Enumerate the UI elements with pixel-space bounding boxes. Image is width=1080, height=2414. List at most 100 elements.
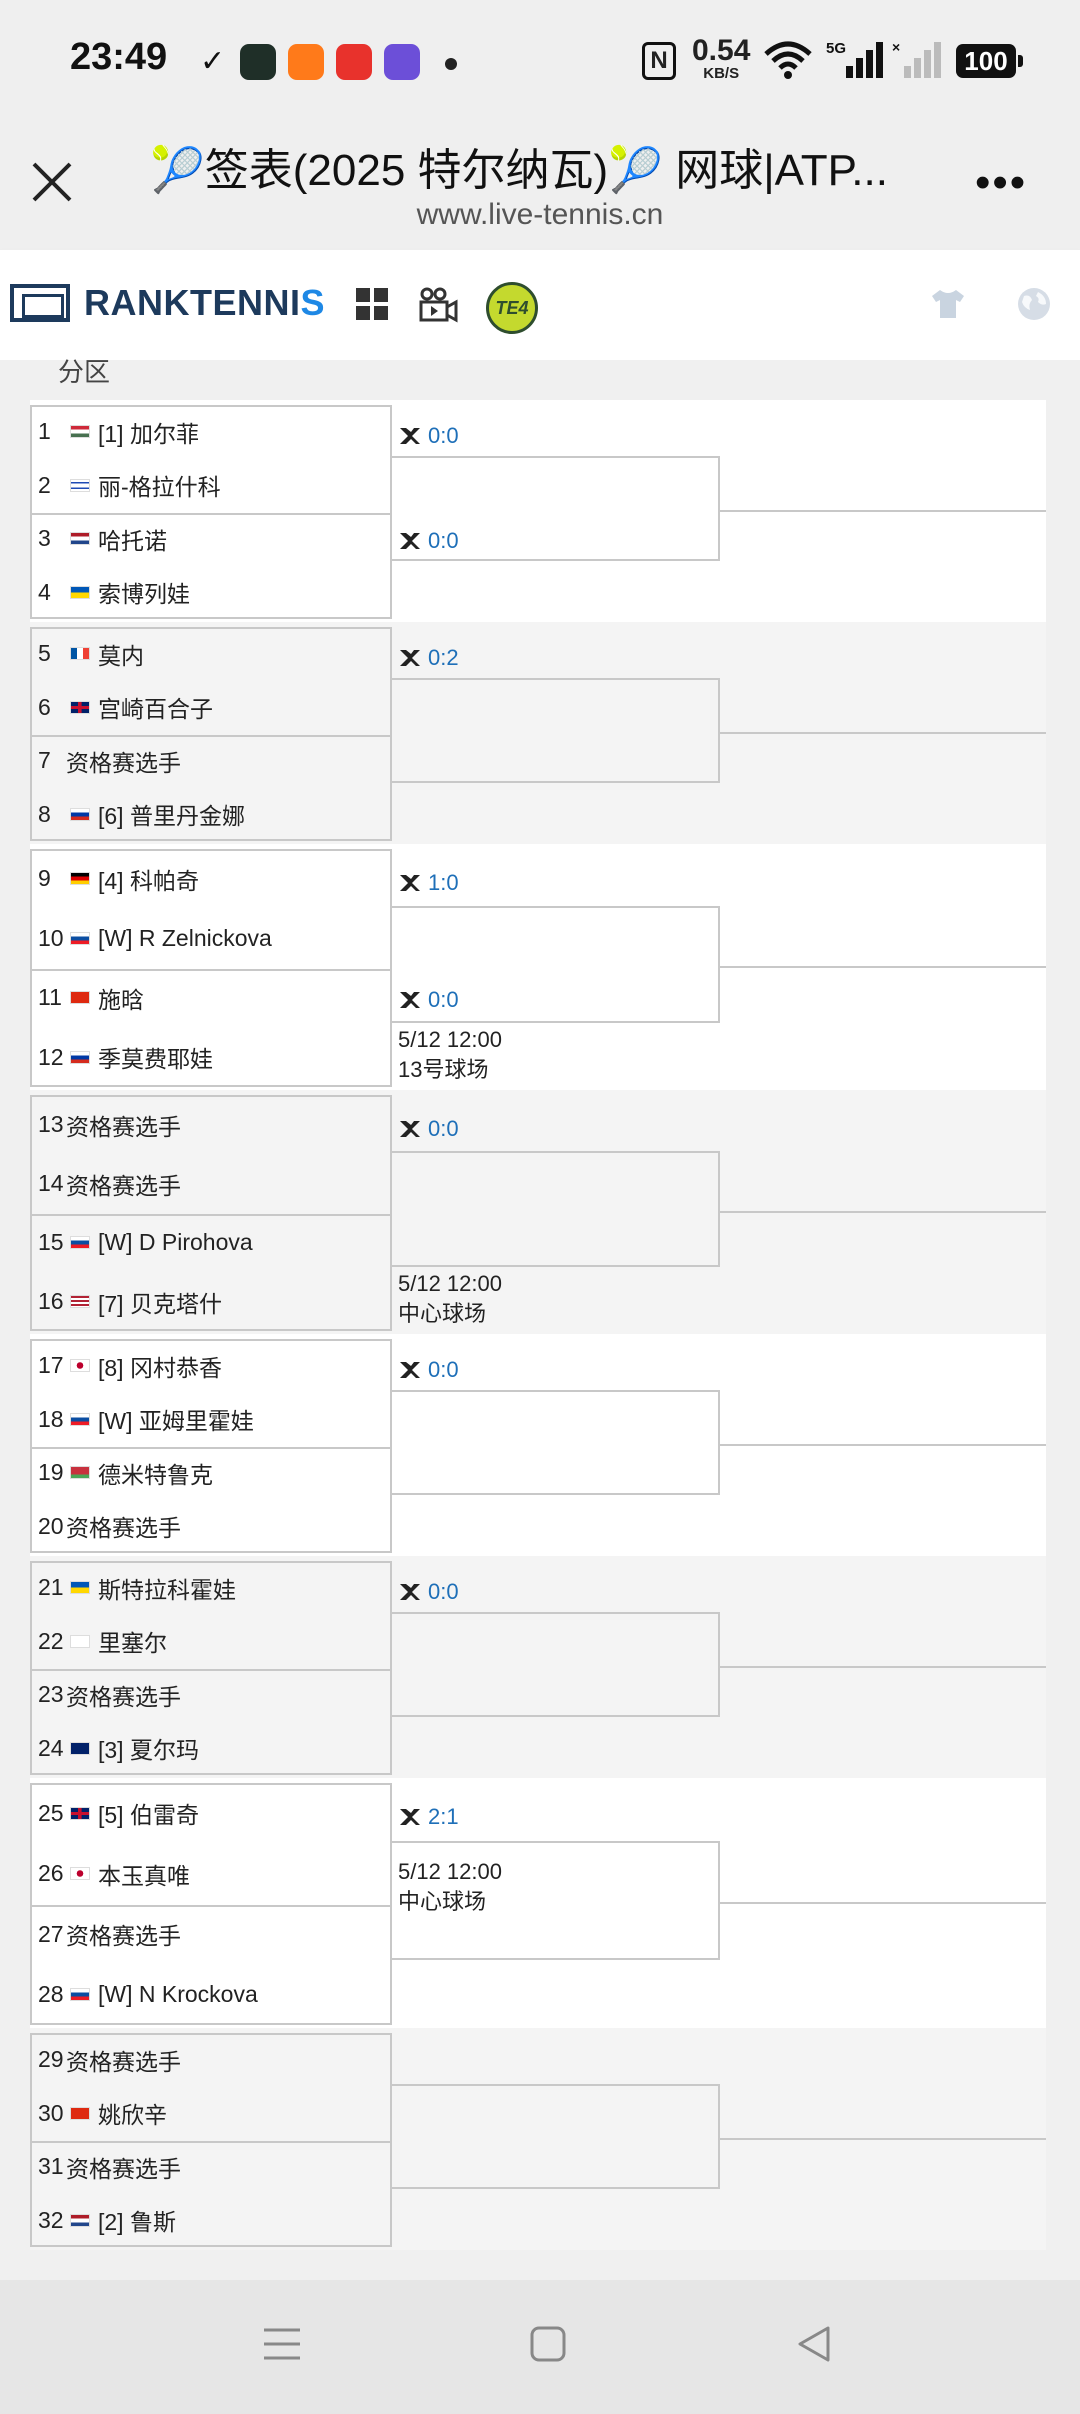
- pair-divider: [32, 2141, 390, 2143]
- forum-app-notification-icon: [384, 44, 420, 80]
- match-score[interactable]: 0:0: [398, 1357, 459, 1383]
- player-row[interactable]: 29 资格赛选手: [38, 2040, 181, 2080]
- score-text: 0:0: [428, 1578, 459, 1604]
- check-icon: ✓: [200, 45, 226, 78]
- player-name: [3] 夏尔玛: [98, 1737, 199, 1764]
- match-detail-icon: [400, 1583, 420, 1600]
- page-url: www.live-tennis.cn: [416, 198, 664, 231]
- match-score[interactable]: 0:0: [398, 1579, 459, 1605]
- player-row[interactable]: 23 资格赛选手: [38, 1675, 181, 1715]
- player-row[interactable]: 12 季莫费耶娃: [38, 1037, 213, 1077]
- player-row[interactable]: 17 [8] 冈村恭香: [38, 1346, 222, 1386]
- player-row[interactable]: 32 [2] 鲁斯: [38, 2200, 176, 2240]
- player-name: [2] 鲁斯: [98, 2209, 176, 2236]
- player-row[interactable]: 6 宫崎百合子: [38, 687, 213, 727]
- bracket-line: [720, 1666, 1046, 1668]
- player-row[interactable]: 8 [6] 普里丹金娜: [38, 794, 245, 834]
- bracket-line: [720, 1444, 1046, 1446]
- player-name: 德米特鲁克: [98, 1461, 213, 1488]
- clock: 23:49: [70, 36, 168, 78]
- player-name: [8] 冈村恭香: [98, 1354, 222, 1381]
- pair-divider: [32, 735, 390, 737]
- seed-number: 20: [38, 1512, 64, 1539]
- menu-nav-icon[interactable]: [262, 2324, 302, 2364]
- match-detail-icon: [400, 1120, 420, 1137]
- player-name: [6] 普里丹金娜: [98, 803, 245, 830]
- seed-number: 4: [38, 578, 51, 605]
- bracket-group-7: 25 [5] 伯雷奇 26 本玉真唯 27 资格赛选手 28 [W] N Krockova 2:…: [30, 1778, 1046, 2028]
- video-icon[interactable]: [418, 286, 458, 324]
- sk-flag-icon: [70, 1988, 90, 2002]
- match-detail-icon: [400, 532, 420, 549]
- score-text: 0:2: [428, 644, 459, 670]
- player-row[interactable]: 22 里塞尔: [38, 1621, 167, 1661]
- player-row[interactable]: 26 本玉真唯: [38, 1854, 190, 1894]
- home-nav-icon[interactable]: [528, 2324, 568, 2364]
- seed-number: 1: [38, 418, 51, 445]
- player-row[interactable]: 18 [W] 亚姆里霍娃: [38, 1399, 254, 1439]
- player-row[interactable]: 2 丽-格拉什科: [38, 465, 221, 505]
- player-row[interactable]: 31 资格赛选手: [38, 2147, 181, 2187]
- player-row[interactable]: 7 资格赛选手: [38, 741, 181, 781]
- player-row[interactable]: 16 [7] 贝克塔什: [38, 1282, 222, 1322]
- ua-flag-icon: [70, 1581, 90, 1595]
- network-speed: 0.54 KB/S: [692, 34, 751, 82]
- player-row[interactable]: 20 资格赛选手: [38, 1506, 181, 1546]
- match-score[interactable]: 2:1: [398, 1804, 459, 1830]
- player-name: 里塞尔: [98, 1630, 167, 1657]
- player-row[interactable]: 4 索博列娃: [38, 572, 190, 612]
- te4-badge[interactable]: TE4: [486, 282, 538, 334]
- player-row[interactable]: 3 哈托诺: [38, 519, 167, 559]
- shirt-icon[interactable]: [930, 286, 966, 322]
- player-row[interactable]: 11 施晗: [38, 978, 144, 1018]
- player-row[interactable]: 24 [3] 夏尔玛: [38, 1728, 199, 1768]
- match-score[interactable]: 0:0: [398, 987, 459, 1013]
- player-row[interactable]: 13 资格赛选手: [38, 1105, 181, 1145]
- player-name: [W] D Pirohova: [98, 1229, 253, 1255]
- back-nav-icon[interactable]: [794, 2324, 834, 2364]
- ranktennis-logo[interactable]: RANKTENNIS: [10, 282, 325, 324]
- player-row[interactable]: 5 莫内: [38, 634, 144, 674]
- globe-icon[interactable]: [1016, 286, 1052, 322]
- player-row[interactable]: 21 斯特拉科霍娃: [38, 1568, 236, 1608]
- player-row[interactable]: 25 [5] 伯雷奇: [38, 1793, 199, 1833]
- match-score[interactable]: 0:2: [398, 645, 459, 671]
- match-court: 13号球场: [398, 1056, 489, 1082]
- player-row[interactable]: 1 [1] 加尔菲: [38, 412, 199, 452]
- player-row[interactable]: 30 姚欣辛: [38, 2093, 167, 2133]
- bracket-connector: [392, 1611, 720, 1717]
- pair-divider: [32, 1447, 390, 1449]
- status-bar: 23:49 ✓ N 0.54 KB/S 5G × 100: [0, 0, 1080, 118]
- player-row[interactable]: 10 [W] R Zelnickova: [38, 918, 272, 958]
- bracket-connector: [392, 1389, 720, 1495]
- 5g-signal-icon: 5G: [826, 40, 883, 78]
- nl-flag-icon: [70, 532, 90, 546]
- seed-number: 31: [38, 2153, 64, 2180]
- video-app-notification-icon: [288, 44, 324, 80]
- player-row[interactable]: 14 资格赛选手: [38, 1164, 181, 1204]
- more-menu-button[interactable]: •••: [975, 158, 1027, 208]
- player-name: 资格赛选手: [66, 1113, 181, 1140]
- player-row[interactable]: 9 [4] 科帕奇: [38, 859, 199, 899]
- match-schedule: 5/12 12:00 中心球场: [398, 1857, 502, 1917]
- player-row[interactable]: 28 [W] N Krockova: [38, 1975, 258, 2015]
- player-name: 季莫费耶娃: [98, 1046, 213, 1073]
- match-score[interactable]: 1:0: [398, 870, 459, 896]
- player-name: 本玉真唯: [98, 1862, 190, 1889]
- seed-number: 29: [38, 2046, 64, 2073]
- seed-number: 25: [38, 1799, 64, 1826]
- match-schedule: 5/12 12:00 13号球场: [398, 1025, 502, 1085]
- cn-flag-icon: [70, 991, 90, 1005]
- player-row[interactable]: 19 德米特鲁克: [38, 1453, 213, 1493]
- match-score[interactable]: 0:0: [398, 528, 459, 554]
- player-name: 莫内: [98, 642, 144, 669]
- player-name: 索博列娃: [98, 581, 190, 608]
- seed-number: 11: [38, 984, 62, 1011]
- match-time: 5/12 12:00: [398, 1026, 502, 1052]
- grid-menu-icon[interactable]: [354, 286, 390, 322]
- player-row[interactable]: 15 [W] D Pirohova: [38, 1223, 253, 1263]
- match-score[interactable]: 0:0: [398, 1116, 459, 1142]
- bracket-line: [720, 1211, 1046, 1213]
- match-score[interactable]: 0:0: [398, 423, 459, 449]
- player-row[interactable]: 27 资格赛选手: [38, 1914, 181, 1954]
